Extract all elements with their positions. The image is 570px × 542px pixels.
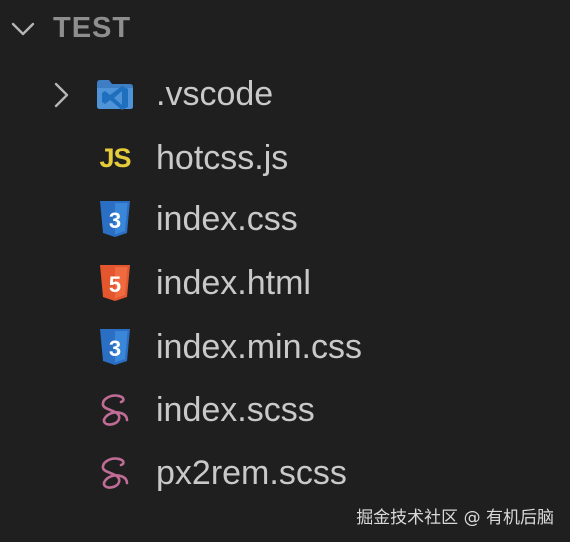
tree-item-vscode-folder[interactable]: .vscode [0, 65, 570, 123]
js-icon: JS [99, 142, 131, 173]
tree-item-index-scss[interactable]: index.scss [0, 381, 570, 439]
svg-text:3: 3 [109, 208, 121, 233]
tree-item-label: index.scss [156, 391, 315, 429]
css3-icon: 3 [95, 326, 135, 368]
tree-item-hotcss-js[interactable]: JS hotcss.js [0, 129, 570, 187]
vscode-folder-icon [95, 73, 135, 115]
chevron-down-icon[interactable] [10, 16, 36, 42]
chevron-right-icon[interactable] [52, 81, 70, 109]
folder-title: TEST [53, 12, 132, 44]
css3-icon: 3 [95, 198, 135, 240]
sass-icon [95, 389, 135, 431]
tree-item-px2rem-scss[interactable]: px2rem.scss [0, 444, 570, 502]
svg-text:5: 5 [109, 272, 121, 297]
file-explorer: TEST .vscode JS hotcss.js 3 index.css 5 … [0, 0, 570, 542]
html5-icon: 5 [95, 262, 135, 304]
tree-item-label: index.min.css [156, 328, 362, 366]
tree-item-label: index.css [156, 200, 298, 238]
tree-item-label: px2rem.scss [156, 454, 347, 492]
tree-item-index-min-css[interactable]: 3 index.min.css [0, 318, 570, 376]
folder-header[interactable]: TEST [0, 8, 570, 54]
sass-icon [95, 452, 135, 494]
tree-item-index-css[interactable]: 3 index.css [0, 190, 570, 248]
tree-item-label: index.html [156, 264, 311, 302]
tree-item-label: hotcss.js [156, 139, 289, 177]
svg-text:3: 3 [109, 336, 121, 361]
tree-item-label: .vscode [156, 75, 274, 113]
watermark-text: 掘金技术社区 @ 有机后脑 [356, 508, 554, 528]
tree-item-index-html[interactable]: 5 index.html [0, 254, 570, 312]
